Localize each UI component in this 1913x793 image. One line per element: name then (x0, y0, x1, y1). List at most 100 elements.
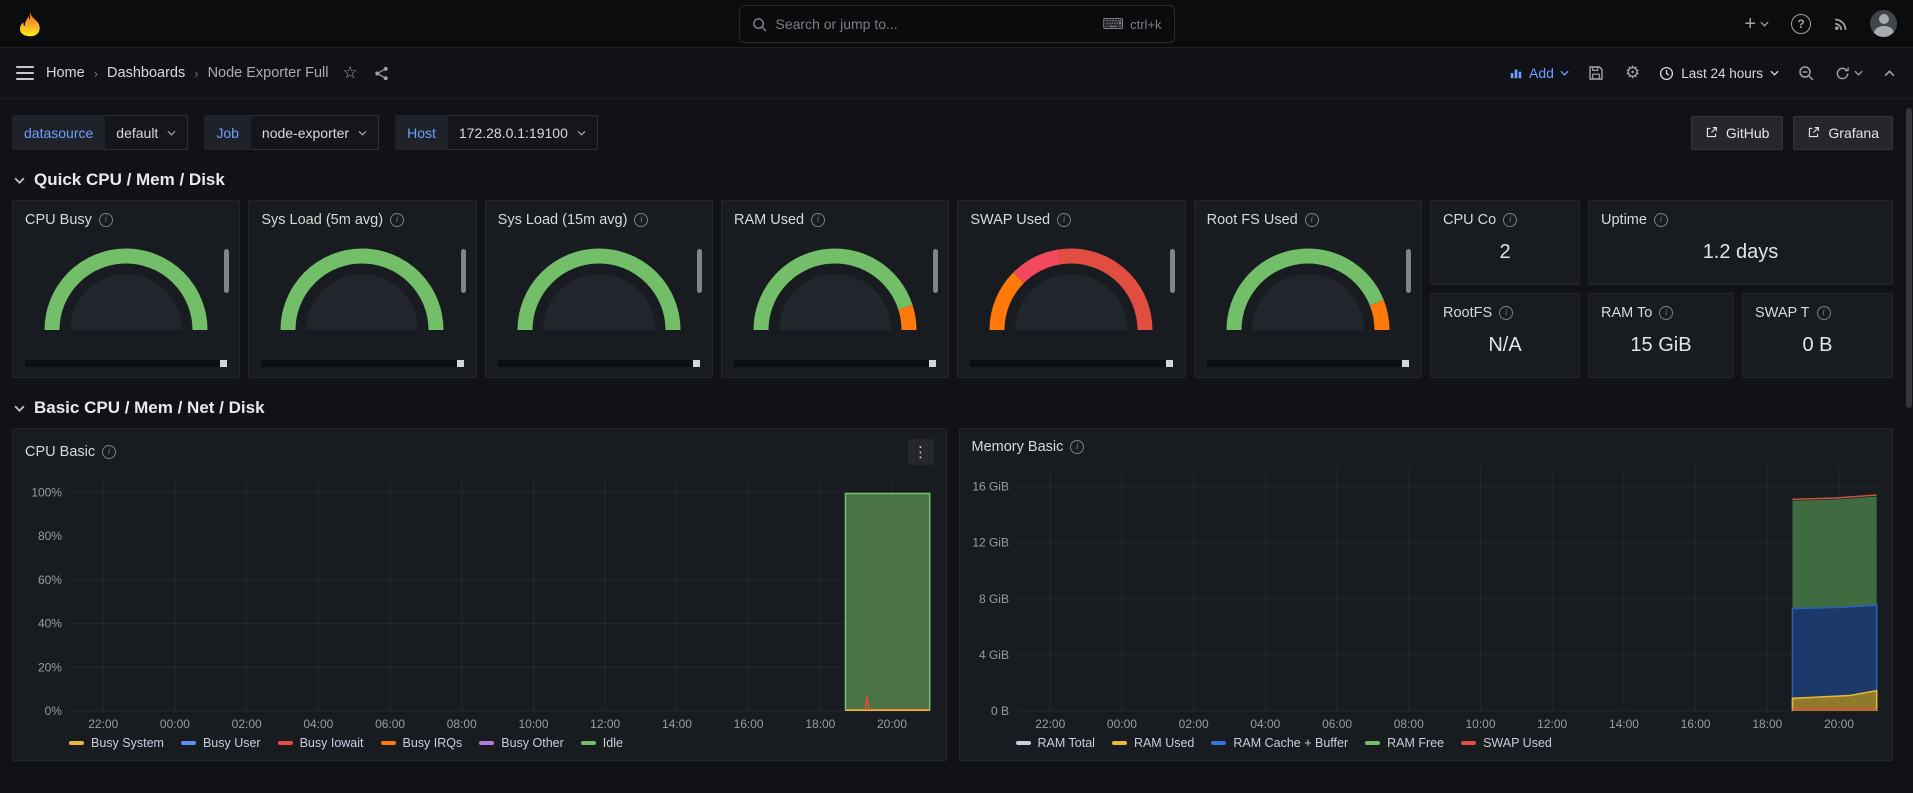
svg-text:16 GiB: 16 GiB (972, 480, 1009, 494)
legend-item-busy-iowait[interactable]: Busy Iowait (278, 736, 364, 750)
info-icon[interactable]: i (634, 213, 648, 227)
star-dashboard-button[interactable]: ☆ (340, 61, 359, 85)
save-dashboard-button[interactable] (1586, 63, 1606, 83)
info-icon[interactable]: i (1654, 213, 1668, 227)
collapse-toolbar-button[interactable] (1882, 68, 1897, 79)
info-icon[interactable]: i (390, 213, 404, 227)
panel-header: SWAP T i (1755, 303, 1880, 323)
legend-item-idle[interactable]: Idle (581, 736, 623, 750)
add-label: Add (1529, 65, 1554, 81)
row-basic-cpu-mem-net-disk[interactable]: Basic CPU / Mem / Net / Disk (14, 398, 1891, 418)
gauge-scrollbar[interactable] (734, 360, 936, 367)
info-icon[interactable]: i (1305, 213, 1319, 227)
info-icon[interactable]: i (1499, 306, 1513, 320)
variable-value: 172.28.0.1:19100 (459, 125, 568, 141)
gauge-scrollbar[interactable] (261, 360, 463, 367)
mega-menu-toggle[interactable] (16, 64, 34, 82)
panel-title[interactable]: RAM To (1601, 305, 1652, 321)
legend-label: SWAP Used (1483, 736, 1552, 750)
panel-title[interactable]: Sys Load (5m avg) (261, 212, 383, 228)
news-button[interactable] (1831, 13, 1852, 34)
legend-label: Busy System (91, 736, 164, 750)
legend-item-ram-free[interactable]: RAM Free (1365, 736, 1444, 750)
legend-item-ram-total[interactable]: RAM Total (1016, 736, 1095, 750)
panel-swap-t: SWAP Ti0 B (1742, 293, 1893, 378)
panel-title[interactable]: Root FS Used (1207, 212, 1298, 228)
variable-value-dropdown[interactable]: default (105, 115, 188, 150)
gauge-scrollbar-thumb[interactable] (1402, 360, 1409, 367)
legend-item-swap-used[interactable]: SWAP Used (1461, 736, 1552, 750)
legend-item-busy-other[interactable]: Busy Other (479, 736, 564, 750)
cpu-basic-chart[interactable]: 0%20%40%60%80%100%22:0000:0002:0004:0006… (13, 467, 946, 733)
search-box[interactable]: Search or jump to... ⌨ ctrl+k (739, 5, 1175, 43)
info-icon[interactable]: i (1503, 213, 1517, 227)
scrollbar-thumb[interactable] (1906, 108, 1912, 408)
info-icon[interactable]: i (1817, 306, 1831, 320)
ram-used-gauge (742, 232, 928, 336)
gauge-scrollbar[interactable] (25, 360, 227, 367)
info-icon[interactable]: i (811, 213, 825, 227)
panel-title[interactable]: CPU Busy (25, 212, 92, 228)
legend-label: RAM Cache + Buffer (1233, 736, 1348, 750)
panel-title[interactable]: Sys Load (15m avg) (498, 212, 628, 228)
svg-text:16:00: 16:00 (734, 717, 764, 731)
panel-menu-button[interactable]: ⋮ (908, 439, 934, 465)
info-icon[interactable]: i (102, 445, 116, 459)
zoom-out-time-button[interactable] (1796, 63, 1816, 83)
time-range-picker[interactable]: Last 24 hours (1659, 66, 1779, 81)
gauge-scrollbar[interactable] (970, 360, 1172, 367)
chevron-down-icon (14, 177, 25, 184)
info-icon[interactable]: i (1070, 440, 1084, 454)
clock-icon (1659, 66, 1674, 81)
legend-item-busy-system[interactable]: Busy System (69, 736, 164, 750)
panel-title[interactable]: Uptime (1601, 212, 1647, 228)
gear-icon: ⚙ (1625, 63, 1640, 83)
info-icon[interactable]: i (1659, 306, 1673, 320)
gauge-scrollbar[interactable] (498, 360, 700, 367)
add-panel-button[interactable]: Add (1509, 65, 1569, 81)
panel-header: CPU Busy i (25, 210, 227, 230)
panel-sys-load-15m-avg: Sys Load (15m avg) i (485, 200, 713, 378)
dashboard-settings-button[interactable]: ⚙ (1623, 61, 1642, 85)
breadcrumb-home[interactable]: Home (46, 65, 85, 81)
panel-title[interactable]: SWAP T (1755, 305, 1810, 321)
row-quick-cpu-mem-disk[interactable]: Quick CPU / Mem / Disk (14, 170, 1891, 190)
gauge-scrollbar-thumb[interactable] (220, 360, 227, 367)
panel-title[interactable]: RAM Used (734, 212, 804, 228)
legend-item-busy-irqs[interactable]: Busy IRQs (381, 736, 463, 750)
legend-marker (381, 741, 396, 745)
share-dashboard-button[interactable] (372, 64, 391, 83)
breadcrumb-dashboards[interactable]: Dashboards (107, 65, 185, 81)
dashboard-link-github[interactable]: GitHub (1691, 116, 1784, 150)
gauge-scrollbar[interactable] (1207, 360, 1409, 367)
new-menu-button[interactable]: + (1742, 12, 1771, 36)
memory-basic-chart[interactable]: 0 B4 GiB8 GiB12 GiB16 GiB22:0000:0002:00… (960, 457, 1893, 733)
refresh-button[interactable] (1833, 64, 1865, 83)
search-icon (752, 17, 767, 32)
panel-title[interactable]: Memory Basic (972, 439, 1064, 455)
gauge-scrollbar-thumb[interactable] (457, 360, 464, 367)
panel-title[interactable]: RootFS (1443, 305, 1492, 321)
stat-value: 1.2 days (1601, 230, 1880, 274)
page-scrollbar[interactable] (1905, 100, 1913, 793)
variable-value-dropdown[interactable]: node-exporter (251, 115, 379, 150)
gauge-scrollbar-thumb[interactable] (929, 360, 936, 367)
panel-title[interactable]: CPU Co (1443, 212, 1496, 228)
gauge-scrollbar-thumb[interactable] (1166, 360, 1173, 367)
panel-title[interactable]: SWAP Used (970, 212, 1050, 228)
grafana-logo[interactable] (16, 10, 44, 38)
user-avatar[interactable] (1870, 10, 1897, 37)
gauge-scrollbar-thumb[interactable] (693, 360, 700, 367)
legend-item-ram-cache-buffer[interactable]: RAM Cache + Buffer (1211, 736, 1348, 750)
info-icon[interactable]: i (1057, 213, 1071, 227)
dashboard-link-grafana[interactable]: Grafana (1793, 116, 1893, 150)
legend-item-ram-used[interactable]: RAM Used (1112, 736, 1194, 750)
svg-text:20%: 20% (38, 660, 62, 674)
info-icon[interactable]: i (99, 213, 113, 227)
legend-item-busy-user[interactable]: Busy User (181, 736, 261, 750)
variable-value: default (116, 125, 158, 141)
help-button[interactable]: ? (1789, 12, 1813, 36)
legend-label: RAM Used (1134, 736, 1194, 750)
panel-title[interactable]: CPU Basic (25, 444, 95, 460)
variable-value-dropdown[interactable]: 172.28.0.1:19100 (448, 115, 598, 150)
